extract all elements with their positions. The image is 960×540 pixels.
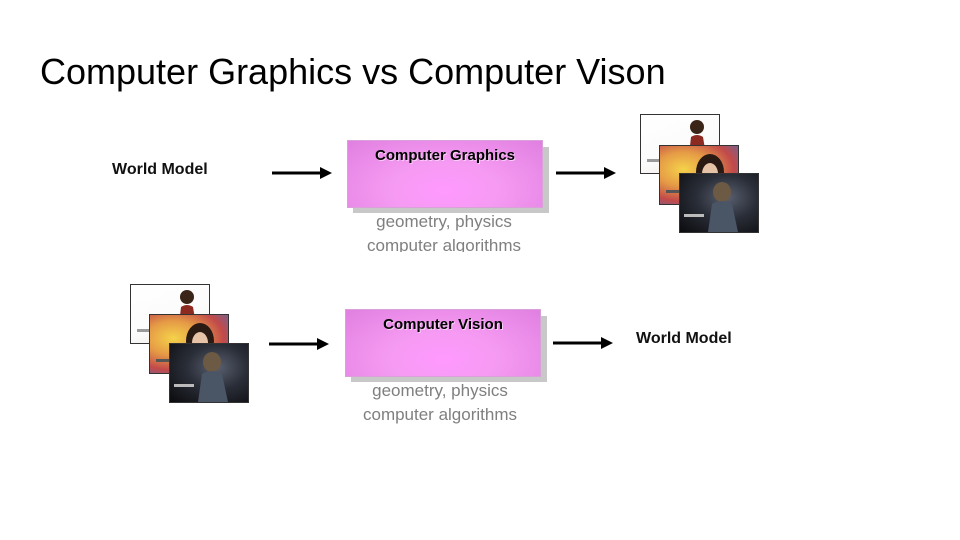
computer-graphics-label: Computer Graphics — [374, 147, 516, 164]
warrior-figure-icon — [174, 352, 228, 402]
computer-vision-label: Computer Vision — [383, 316, 503, 333]
vision-subtitle-line1: geometry, physics — [372, 381, 508, 400]
vision-subtitle-line2: computer algorithms — [362, 405, 517, 424]
bottom-input-arrow — [269, 338, 329, 350]
computer-vision-box: Computer Vision — [345, 309, 541, 377]
bottom-output-arrow — [553, 337, 613, 349]
top-world-model-label: World Model — [112, 161, 208, 178]
graphics-subtitle-line1: geometry, physics — [376, 212, 512, 231]
image-frame-dark — [679, 173, 759, 233]
bottom-image-stack — [130, 284, 250, 406]
top-image-stack — [640, 114, 760, 236]
image-frame-dark — [169, 343, 249, 403]
slide-title: Computer Graphics vs Computer Vison — [40, 51, 666, 92]
graphics-subtitle-line2: computer algorithms — [366, 236, 521, 252]
computer-graphics-box: Computer Graphics — [347, 140, 543, 208]
top-output-arrow — [556, 167, 616, 179]
top-input-arrow — [272, 167, 332, 179]
graphics-subtitle: geometry, physics computer algorithms — [344, 210, 544, 252]
warrior-figure-icon — [684, 182, 738, 232]
bottom-world-model-label: World Model — [636, 330, 732, 347]
vision-subtitle: geometry, physics computer algorithms — [340, 379, 540, 427]
